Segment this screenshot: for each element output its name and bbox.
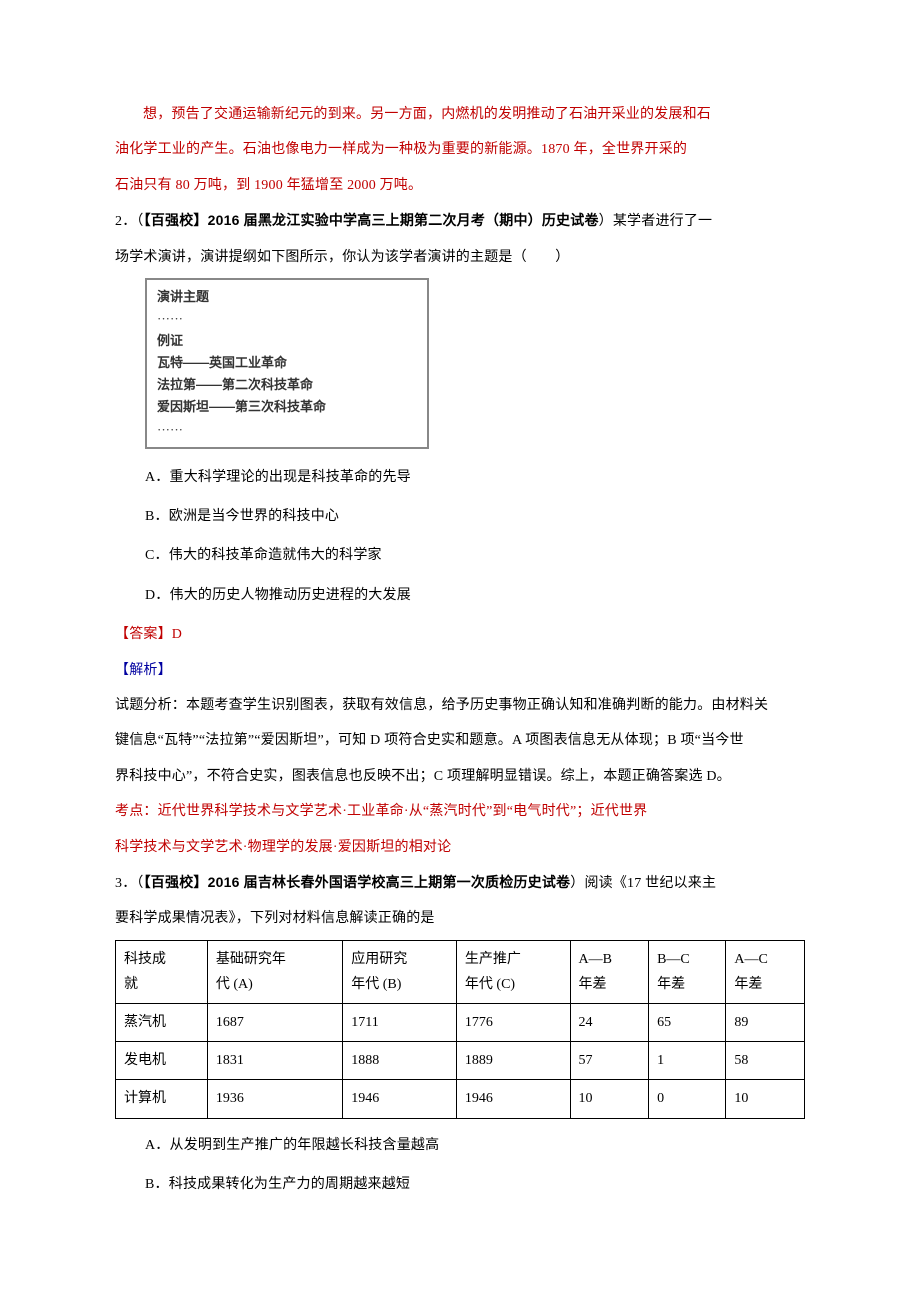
- q2-option-a: A．重大科学理论的出现是科技革命的先导: [145, 463, 805, 492]
- cell: 1889: [456, 1042, 570, 1080]
- th-ab-diff: A—B年差: [570, 940, 649, 1003]
- q2-answer: 【答案】D: [115, 620, 805, 649]
- cell: 计算机: [116, 1080, 208, 1118]
- intro-red-block: 想，预告了交通运输新纪元的到来。另一方面，内燃机的发明推动了石油开采业的发展和石…: [115, 100, 805, 200]
- q2-source: 【百强校】2016 届黑龙江实验中学高三上期第二次月考（期中）历史试卷: [144, 212, 599, 228]
- th-achievement: 科技成就: [116, 940, 208, 1003]
- cell: 1711: [343, 1004, 457, 1042]
- q2-kd-line-2: 科学技术与文学艺术·物理学的发展·爱因斯坦的相对论: [115, 833, 805, 862]
- q2-stem-line-2: 场学术演讲，演讲提纲如下图所示，你认为该学者演讲的主题是（ ）: [115, 243, 805, 272]
- table-row: 蒸汽机 1687 1711 1776 24 65 89: [116, 1004, 805, 1042]
- outline-dots-2: ······: [157, 419, 417, 441]
- science-achievements-table: 科技成就 基础研究年代 (A) 应用研究年代 (B) 生产推广年代 (C) A—…: [115, 940, 805, 1119]
- q2-num: 2．（: [115, 214, 144, 229]
- table-header-row: 科技成就 基础研究年代 (A) 应用研究年代 (B) 生产推广年代 (C) A—…: [116, 940, 805, 1003]
- cell: 1936: [207, 1080, 342, 1118]
- outline-row-3: 法拉第——第二次科技革命: [157, 374, 417, 396]
- q2-analysis-title: 【解析】: [115, 656, 805, 685]
- table-row: 计算机 1936 1946 1946 10 0 10: [116, 1080, 805, 1118]
- cell: 1946: [456, 1080, 570, 1118]
- q2-option-c: C．伟大的科技革命造就伟大的科学家: [145, 541, 805, 570]
- table-row: 发电机 1831 1888 1889 57 1 58: [116, 1042, 805, 1080]
- q3-option-a: A．从发明到生产推广的年限越长科技含量越高: [145, 1131, 805, 1160]
- th-ac-diff: A—C年差: [726, 940, 805, 1003]
- cell: 10: [726, 1080, 805, 1118]
- q2-analysis-line-1: 试题分析：本题考查学生识别图表，获取有效信息，给予历史事物正确认知和准确判断的能…: [115, 691, 805, 720]
- cell: 10: [570, 1080, 649, 1118]
- lecture-outline-box: 演讲主题 ······ 例证 瓦特——英国工业革命 法拉第——第二次科技革命 爱…: [145, 278, 429, 449]
- q3-stem-line-1: 3．（【百强校】2016 届吉林长春外国语学校高三上期第一次质检历史试卷）阅读《…: [115, 868, 805, 898]
- outline-title: 演讲主题: [157, 286, 417, 308]
- intro-line-1: 想，预告了交通运输新纪元的到来。另一方面，内燃机的发明推动了石油开采业的发展和石: [115, 100, 805, 129]
- q2-option-b: B．欧洲是当今世界的科技中心: [145, 502, 805, 531]
- th-applied-year: 应用研究年代 (B): [343, 940, 457, 1003]
- cell: 发电机: [116, 1042, 208, 1080]
- th-bc-diff: B—C年差: [649, 940, 726, 1003]
- cell: 1888: [343, 1042, 457, 1080]
- cell: 0: [649, 1080, 726, 1118]
- cell: 58: [726, 1042, 805, 1080]
- outline-row-2: 瓦特——英国工业革命: [157, 352, 417, 374]
- q2-tail-1: ）某学者进行了一: [599, 214, 713, 229]
- cell: 89: [726, 1004, 805, 1042]
- cell: 1946: [343, 1080, 457, 1118]
- q2-kd-line-1: 考点：近代世界科学技术与文学艺术·工业革命·从“蒸汽时代”到“电气时代”；近代世…: [115, 797, 805, 826]
- intro-line-2: 油化学工业的产生。石油也像电力一样成为一种极为重要的新能源。1870 年，全世界…: [115, 135, 805, 164]
- q2-option-d: D．伟大的历史人物推动历史进程的大发展: [145, 581, 805, 610]
- cell: 1776: [456, 1004, 570, 1042]
- q3-option-b: B．科技成果转化为生产力的周期越来越短: [145, 1170, 805, 1199]
- q3-num: 3．（: [115, 876, 144, 891]
- q3-tail-1: ）阅读《17 世纪以来主: [570, 876, 716, 891]
- cell: 65: [649, 1004, 726, 1042]
- cell: 蒸汽机: [116, 1004, 208, 1042]
- outline-row-1: 例证: [157, 330, 417, 352]
- q2-analysis-line-2: 键信息“瓦特”“法拉第”“爱因斯坦”，可知 D 项符合史实和题意。A 项图表信息…: [115, 726, 805, 755]
- cell: 1687: [207, 1004, 342, 1042]
- outline-row-4: 爱因斯坦——第三次科技革命: [157, 396, 417, 418]
- cell: 1: [649, 1042, 726, 1080]
- th-basic-year: 基础研究年代 (A): [207, 940, 342, 1003]
- cell: 1831: [207, 1042, 342, 1080]
- th-prod-year: 生产推广年代 (C): [456, 940, 570, 1003]
- outline-dots-1: ······: [157, 308, 417, 330]
- q2-stem-line-1: 2．（【百强校】2016 届黑龙江实验中学高三上期第二次月考（期中）历史试卷）某…: [115, 206, 805, 236]
- q3-source: 【百强校】2016 届吉林长春外国语学校高三上期第一次质检历史试卷: [144, 874, 571, 890]
- cell: 57: [570, 1042, 649, 1080]
- intro-line-3: 石油只有 80 万吨，到 1900 年猛增至 2000 万吨。: [115, 171, 805, 200]
- q2-analysis-line-3: 界科技中心”，不符合史实，图表信息也反映不出；C 项理解明显错误。综上，本题正确…: [115, 762, 805, 791]
- q3-stem-line-2: 要科学成果情况表》，下列对材料信息解读正确的是: [115, 904, 805, 933]
- cell: 24: [570, 1004, 649, 1042]
